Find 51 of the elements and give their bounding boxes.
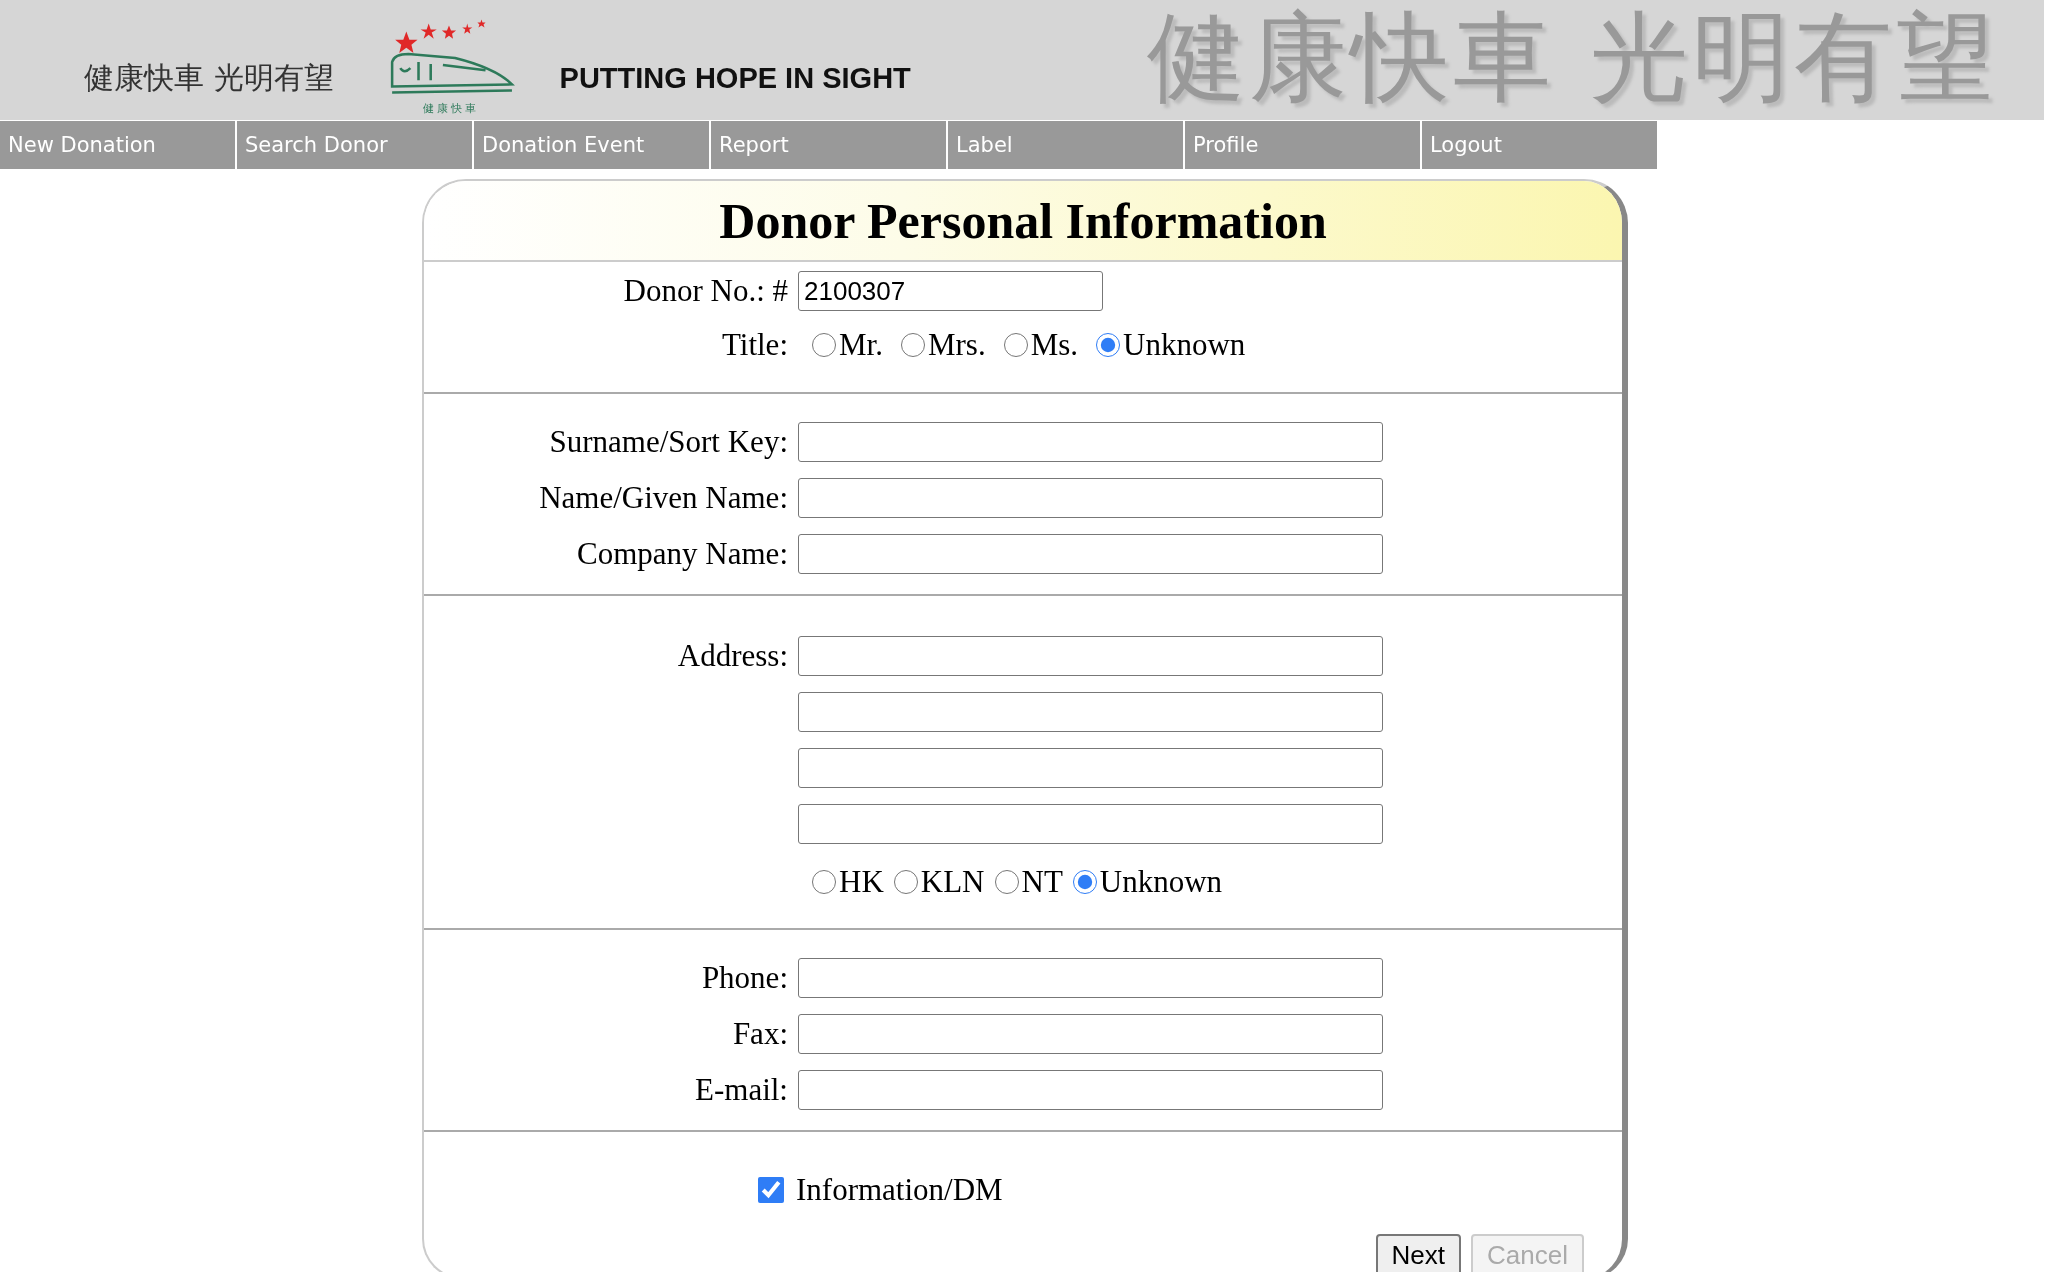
- address-field[interactable]: [798, 692, 1383, 732]
- option-label: Mr.: [839, 327, 883, 363]
- field-label: Phone:: [700, 960, 788, 996]
- field-label: Address:: [676, 638, 788, 674]
- nav-link[interactable]: New Donation: [0, 121, 235, 169]
- text-field[interactable]: [798, 1070, 1383, 1110]
- field-label: E-mail:: [694, 1072, 788, 1108]
- nav-link[interactable]: Search Donor: [237, 121, 472, 169]
- form-title: Donor Personal Information: [719, 191, 1327, 250]
- donor-number-field[interactable]: 2100307: [798, 271, 1103, 311]
- action-button[interactable]: Next: [1375, 1234, 1462, 1272]
- text-field[interactable]: [798, 422, 1383, 462]
- radio-button[interactable]: [893, 870, 918, 894]
- radio-button[interactable]: [994, 870, 1019, 894]
- option-label: Unknown: [1123, 327, 1246, 363]
- radio-button[interactable]: [1003, 333, 1028, 357]
- option-label: HK: [839, 864, 884, 900]
- address-field[interactable]: [798, 804, 1383, 844]
- option-label: Unknown: [1099, 864, 1223, 900]
- radio-button[interactable]: [900, 333, 925, 357]
- field-label: Fax:: [731, 1016, 788, 1052]
- text-field[interactable]: [798, 1014, 1383, 1054]
- radio-button[interactable]: [812, 333, 836, 357]
- option-label: Mrs.: [927, 327, 986, 363]
- option-label: NT: [1021, 864, 1063, 900]
- tagline: PUTTING HOPE IN SIGHT: [559, 61, 911, 95]
- text-field[interactable]: [798, 958, 1383, 998]
- logo-caption: 健 康 快 車: [423, 100, 476, 116]
- field-label: Company Name:: [576, 536, 788, 572]
- radio-button[interactable]: [1072, 870, 1097, 894]
- banner-text: 健康快車 光明有望: [1146, 0, 1998, 114]
- nav-link[interactable]: Report: [711, 121, 946, 169]
- nav-link[interactable]: Label: [948, 121, 1183, 169]
- option-label: Ms.: [1030, 327, 1079, 363]
- radio-button[interactable]: [812, 870, 836, 894]
- address-field[interactable]: [798, 636, 1383, 676]
- nav-link[interactable]: Profile: [1185, 121, 1420, 169]
- field-label: Title:: [720, 327, 788, 363]
- field-label: Surname/Sort Key:: [548, 424, 788, 460]
- option-label: KLN: [920, 864, 985, 900]
- text-field[interactable]: [798, 534, 1383, 574]
- checkbox-label: Information/DM: [796, 1172, 1003, 1208]
- nav-link[interactable]: Logout: [1422, 121, 1657, 169]
- slogan: 健康快車 光明有望: [84, 58, 334, 97]
- address-field[interactable]: [798, 748, 1383, 788]
- field-label: Donor No.: #: [622, 273, 788, 309]
- text-field[interactable]: [798, 478, 1383, 518]
- field-label: Name/Given Name:: [538, 480, 788, 516]
- checkbox[interactable]: [758, 1177, 784, 1203]
- radio-button[interactable]: [1096, 333, 1121, 357]
- nav-link[interactable]: Donation Event: [474, 121, 709, 169]
